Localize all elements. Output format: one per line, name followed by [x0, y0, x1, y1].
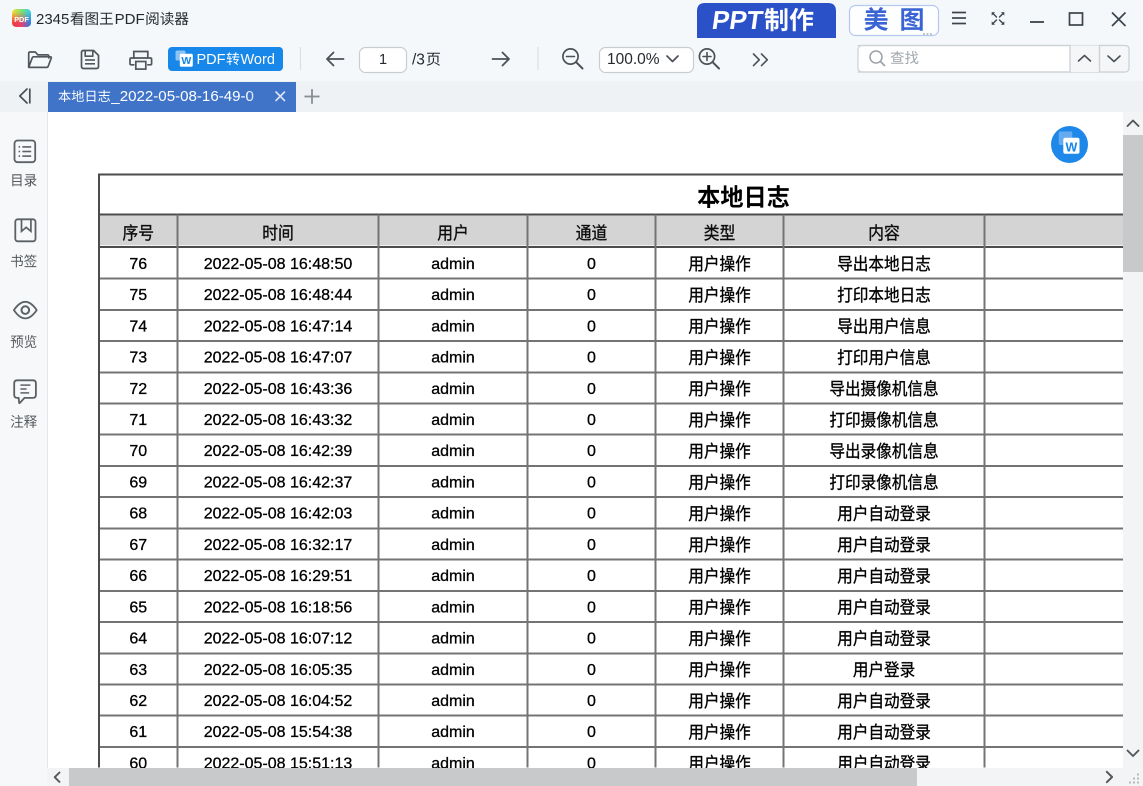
svg-text:2022-05-08 16:48:44: 2022-05-08 16:48:44: [204, 287, 353, 304]
svg-text:0: 0: [587, 350, 596, 367]
svg-text:0: 0: [587, 724, 596, 741]
svg-text:_2022-05-08-16-49-0: _2022-05-08-16-49-0: [110, 88, 254, 105]
svg-text:Word: Word: [241, 52, 275, 68]
svg-text:67: 67: [129, 537, 147, 554]
svg-text:0: 0: [587, 631, 596, 648]
svg-text:63: 63: [129, 662, 147, 679]
svg-text:62: 62: [129, 693, 147, 710]
svg-text:admin: admin: [431, 412, 475, 429]
svg-text:admin: admin: [431, 693, 475, 710]
svg-text:/3: /3: [412, 52, 425, 69]
svg-text:61: 61: [129, 724, 147, 741]
svg-text:2022-05-08 16:47:14: 2022-05-08 16:47:14: [204, 318, 353, 335]
svg-text:74: 74: [129, 318, 147, 335]
svg-text:0: 0: [587, 256, 596, 273]
svg-text:admin: admin: [431, 724, 475, 741]
svg-text:PDF: PDF: [115, 11, 145, 28]
svg-text:2022-05-08 16:47:07: 2022-05-08 16:47:07: [204, 350, 353, 367]
svg-text:2022-05-08 16:42:03: 2022-05-08 16:42:03: [204, 506, 353, 523]
svg-text:2022-05-08 16:04:52: 2022-05-08 16:04:52: [204, 693, 353, 710]
svg-text:0: 0: [587, 662, 596, 679]
svg-text:1: 1: [379, 52, 387, 68]
svg-text:2022-05-08 16:42:37: 2022-05-08 16:42:37: [204, 474, 353, 491]
svg-text:2345: 2345: [36, 11, 69, 28]
svg-text:admin: admin: [431, 568, 475, 585]
svg-text:PPT: PPT: [710, 5, 765, 35]
svg-text:72: 72: [129, 381, 147, 398]
svg-text:0: 0: [587, 412, 596, 429]
svg-text:W: W: [1065, 141, 1077, 155]
svg-text:0: 0: [587, 318, 596, 335]
svg-text:PDF: PDF: [197, 52, 226, 68]
svg-text:2022-05-08 16:29:51: 2022-05-08 16:29:51: [204, 568, 353, 585]
svg-text:0: 0: [587, 287, 596, 304]
svg-text:admin: admin: [431, 631, 475, 648]
svg-text:PDF: PDF: [14, 15, 29, 24]
svg-text:64: 64: [129, 631, 147, 648]
svg-text:2022-05-08 16:07:12: 2022-05-08 16:07:12: [204, 631, 353, 648]
svg-text:69: 69: [129, 474, 147, 491]
svg-text:0: 0: [587, 474, 596, 491]
svg-text:65: 65: [129, 599, 147, 616]
svg-text:admin: admin: [431, 318, 475, 335]
svg-text:100.0%: 100.0%: [607, 51, 660, 68]
svg-text:admin: admin: [431, 474, 475, 491]
svg-text:admin: admin: [431, 599, 475, 616]
svg-text:0: 0: [587, 443, 596, 460]
svg-text:2022-05-08 15:54:38: 2022-05-08 15:54:38: [204, 724, 353, 741]
svg-text:2022-05-08 16:18:56: 2022-05-08 16:18:56: [204, 599, 353, 616]
svg-text:admin: admin: [431, 537, 475, 554]
svg-text:71: 71: [129, 412, 147, 429]
svg-text:0: 0: [587, 568, 596, 585]
svg-text:2022-05-08 16:43:32: 2022-05-08 16:43:32: [204, 412, 353, 429]
svg-text:2022-05-08 16:05:35: 2022-05-08 16:05:35: [204, 662, 353, 679]
svg-text:0: 0: [587, 537, 596, 554]
svg-text:W: W: [181, 55, 191, 67]
svg-text:73: 73: [129, 350, 147, 367]
svg-text:admin: admin: [431, 662, 475, 679]
svg-text:75: 75: [129, 287, 147, 304]
svg-text:admin: admin: [431, 443, 475, 460]
svg-text:76: 76: [129, 256, 147, 273]
svg-text:70: 70: [129, 443, 147, 460]
svg-text:admin: admin: [431, 381, 475, 398]
svg-text:0: 0: [587, 381, 596, 398]
svg-text:admin: admin: [431, 256, 475, 273]
svg-text:2022-05-08 16:42:39: 2022-05-08 16:42:39: [204, 443, 353, 460]
svg-text:68: 68: [129, 506, 147, 523]
svg-text:2022-05-08 16:48:50: 2022-05-08 16:48:50: [204, 256, 353, 273]
svg-text:admin: admin: [431, 287, 475, 304]
svg-text:admin: admin: [431, 350, 475, 367]
svg-text:66: 66: [129, 568, 147, 585]
svg-text:0: 0: [587, 693, 596, 710]
svg-text:admin: admin: [431, 506, 475, 523]
svg-text:0: 0: [587, 506, 596, 523]
svg-text:0: 0: [587, 599, 596, 616]
svg-text:2022-05-08 16:43:36: 2022-05-08 16:43:36: [204, 381, 353, 398]
svg-text:2022-05-08 16:32:17: 2022-05-08 16:32:17: [204, 537, 353, 554]
